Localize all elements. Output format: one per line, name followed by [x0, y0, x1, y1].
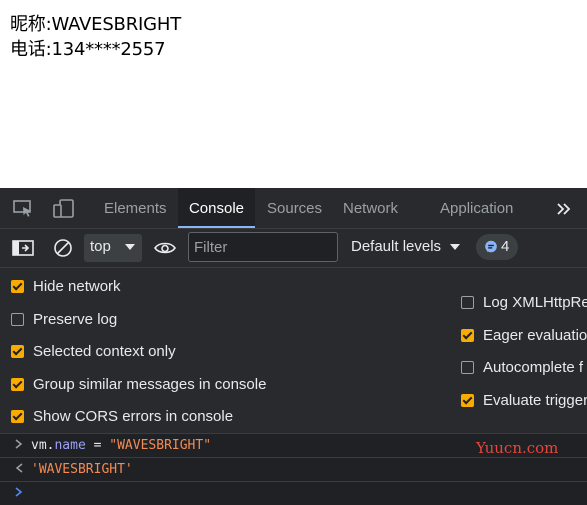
console-input-entry: vm.name = "WAVESBRIGHT" Yuucn.com — [0, 434, 587, 458]
clear-console-icon[interactable] — [52, 237, 74, 259]
setting-autocomplete-from-history[interactable]: Autocomplete f — [461, 356, 583, 378]
setting-show-cors-errors[interactable]: Show CORS errors in console — [11, 405, 233, 427]
watermark: Yuucn.com — [476, 439, 559, 457]
console-output[interactable]: vm.name = "WAVESBRIGHT" Yuucn.com 'WAVES… — [0, 434, 587, 505]
setting-label: Autocomplete f — [483, 358, 584, 376]
console-input-code: vm.name = "WAVESBRIGHT" — [31, 438, 211, 453]
console-settings-pane: Hide network Preserve log Selected conte… — [0, 268, 587, 434]
devtools-panel: Elements Console Sources Network Applica… — [0, 188, 587, 505]
code-property: name — [54, 438, 86, 453]
log-levels-dropdown[interactable]: Default levels — [351, 238, 441, 255]
checkbox-eager-evaluation[interactable] — [461, 328, 474, 342]
checkbox-selected-context-only[interactable] — [11, 344, 24, 358]
checkbox-preserve-log[interactable] — [11, 312, 24, 326]
issues-count: 4 — [501, 238, 510, 255]
inspect-element-icon[interactable] — [12, 199, 34, 219]
code-operator: = — [85, 438, 110, 453]
console-toolbar: top Default levels 4 — [0, 229, 587, 268]
setting-label: Selected context only — [33, 342, 176, 360]
setting-label: Show CORS errors in console — [33, 407, 234, 425]
context-label: top — [90, 238, 111, 255]
checkbox-evaluate-triggers-user-activation[interactable] — [461, 393, 474, 407]
setting-selected-context-only[interactable]: Selected context only — [11, 340, 176, 362]
checkbox-autocomplete-from-history[interactable] — [461, 360, 474, 374]
tab-elements[interactable]: Elements — [104, 188, 167, 228]
checkbox-hide-network[interactable] — [11, 279, 24, 293]
tab-network[interactable]: Network — [343, 188, 398, 228]
setting-label: Evaluate trigger — [483, 391, 587, 409]
more-tabs-icon[interactable] — [555, 200, 573, 218]
prompt-chevron-icon — [14, 486, 24, 502]
setting-log-xmlhttprequests[interactable]: Log XMLHttpRe — [461, 291, 587, 313]
setting-hide-network[interactable]: Hide network — [11, 275, 121, 297]
setting-label: Eager evaluatio — [483, 326, 587, 344]
levels-chevron-down-icon[interactable] — [449, 240, 461, 257]
checkbox-log-xmlhttprequests[interactable] — [461, 295, 474, 309]
setting-preserve-log[interactable]: Preserve log — [11, 308, 117, 330]
chevron-down-icon — [124, 240, 136, 257]
console-result-value: 'WAVESBRIGHT' — [31, 462, 133, 477]
checkbox-show-cors-errors[interactable] — [11, 409, 24, 423]
devtools-tabbar: Elements Console Sources Network Applica… — [0, 188, 587, 229]
filter-field[interactable] — [188, 232, 338, 262]
setting-label: Group similar messages in console — [33, 375, 267, 393]
setting-label: Preserve log — [33, 310, 118, 328]
message-bubble-icon — [484, 240, 498, 258]
live-expression-eye-icon[interactable] — [153, 238, 177, 258]
context-selector[interactable]: top — [84, 234, 142, 262]
device-toolbar-icon[interactable] — [52, 198, 76, 220]
setting-evaluate-triggers-user-activation[interactable]: Evaluate trigger — [461, 389, 587, 411]
result-chevron-icon — [14, 462, 24, 478]
console-prompt[interactable] — [0, 482, 587, 505]
setting-group-similar[interactable]: Group similar messages in console — [11, 373, 266, 395]
nickname-text: 昵称:WAVESBRIGHT — [10, 14, 181, 35]
tab-console[interactable]: Console — [178, 188, 255, 228]
setting-label: Hide network — [33, 277, 121, 295]
tab-sources[interactable]: Sources — [267, 188, 322, 228]
console-result-entry: 'WAVESBRIGHT' — [0, 458, 587, 482]
code-variable: vm — [31, 438, 47, 453]
show-sidebar-icon[interactable] — [12, 238, 34, 258]
input-chevron-icon — [14, 438, 24, 454]
setting-label: Log XMLHttpRe — [483, 293, 587, 311]
setting-eager-evaluation[interactable]: Eager evaluatio — [461, 324, 587, 346]
code-string: "WAVESBRIGHT" — [109, 438, 212, 453]
page-content: 昵称:WAVESBRIGHT 电话:134****2557 — [0, 0, 587, 188]
checkbox-group-similar[interactable] — [11, 377, 24, 391]
tab-application[interactable]: Application — [440, 188, 513, 228]
phone-text: 电话:134****2557 — [10, 39, 166, 60]
issues-badge[interactable]: 4 — [476, 234, 518, 260]
filter-input[interactable] — [189, 233, 337, 261]
